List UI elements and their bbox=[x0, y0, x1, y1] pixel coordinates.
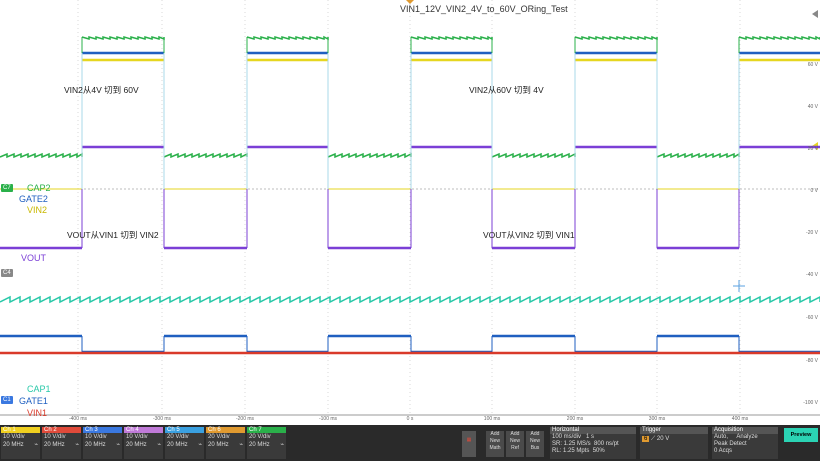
add-ref-button[interactable]: Add New Ref bbox=[506, 431, 524, 457]
cap2-trace bbox=[327, 152, 412, 159]
ref-icon[interactable]: ▦ bbox=[462, 431, 476, 457]
bandwidth-icon: ⌁ bbox=[157, 442, 161, 448]
time-axis-tick: 100 ms bbox=[483, 416, 501, 422]
annotation-vin2-up: VIN2从4V 切到 60V bbox=[64, 85, 139, 95]
channel-badge-2[interactable]: Ch 2 10 V/div 20 MHz ⌁ bbox=[42, 427, 81, 459]
channel-badge-7[interactable]: Ch 7 20 V/div 20 MHz ⌁ bbox=[247, 427, 286, 459]
channel-marker-c1[interactable]: C1 bbox=[1, 396, 13, 404]
annotation-vout-to-vin2: VOUT从VIN1 切到 VIN2 bbox=[67, 230, 159, 240]
channel-marker-c4[interactable]: C4 bbox=[1, 269, 13, 277]
horizontal-panel[interactable]: Horizontal 100 ms/div 1 s SR: 1.25 MS/s … bbox=[550, 427, 636, 459]
bandwidth-icon: ⌁ bbox=[280, 442, 284, 448]
cap2-trace bbox=[81, 35, 165, 41]
right-axis-tick: -20 V bbox=[806, 230, 818, 236]
right-axis-tick: 40 V bbox=[807, 104, 818, 110]
right-axis-tick: -60 V bbox=[806, 315, 818, 321]
bandwidth-icon: ⌁ bbox=[239, 442, 243, 448]
right-axis-tick: -40 V bbox=[806, 272, 818, 278]
label-cap2: CAP2 bbox=[27, 183, 51, 193]
time-axis-tick: 300 ms bbox=[648, 416, 666, 422]
channel-badge-1[interactable]: Ch 1 10 V/div 20 MHz ⌁ bbox=[1, 427, 40, 459]
cap2-trace bbox=[656, 152, 740, 159]
rising-edge-icon: ⟋ bbox=[651, 436, 656, 442]
annotation-vout-to-vin1: VOUT从VIN2 切到 VIN1 bbox=[483, 230, 575, 240]
right-axis-tick: -80 V bbox=[806, 358, 818, 364]
cap2-trace bbox=[574, 35, 658, 41]
add-bus-button[interactable]: Add New Bus bbox=[526, 431, 544, 457]
annotation-vin2-down: VIN2从60V 切到 4V bbox=[469, 85, 544, 95]
cursor-crosshair-icon bbox=[733, 280, 745, 292]
channel-badge-6[interactable]: Ch 6 20 V/div 20 MHz ⌁ bbox=[206, 427, 245, 459]
waveform-canvas bbox=[0, 0, 820, 416]
cap2-trace bbox=[246, 35, 329, 41]
time-axis-tick: -400 ms bbox=[68, 416, 88, 422]
cap2-trace bbox=[491, 152, 576, 159]
channel-badge-4[interactable]: Ch 4 10 V/div 20 MHz ⌁ bbox=[124, 427, 163, 459]
right-axis-tick: 60 V bbox=[807, 62, 818, 68]
label-vout: VOUT bbox=[21, 253, 47, 263]
cap2-trace bbox=[163, 152, 248, 159]
label-vin1: VIN1 bbox=[27, 408, 48, 418]
preview-button[interactable]: Preview bbox=[784, 428, 818, 442]
label-vin2: VIN2 bbox=[27, 205, 48, 215]
cap2-trace bbox=[738, 35, 820, 40]
cap1-trace bbox=[0, 295, 820, 304]
label-cap1: CAP1 bbox=[27, 384, 51, 394]
right-axis-tick: 0 V bbox=[810, 188, 818, 194]
acquisition-panel[interactable]: Acquisition Auto, Analyze Peak Detect 0 … bbox=[712, 427, 778, 459]
channel-badge-5[interactable]: Ch 5 20 V/div 20 MHz ⌁ bbox=[165, 427, 204, 459]
bandwidth-icon: ⌁ bbox=[34, 442, 38, 448]
channel-badge-3[interactable]: Ch 3 10 V/div 20 MHz ⌁ bbox=[83, 427, 122, 459]
right-axis-tick: 20 V bbox=[807, 146, 818, 152]
ref-level-icon bbox=[812, 10, 818, 18]
cap2-trace bbox=[410, 35, 493, 41]
time-axis-tick: 200 ms bbox=[566, 416, 584, 422]
bandwidth-icon: ⌁ bbox=[116, 442, 120, 448]
time-axis-tick: 400 ms bbox=[731, 416, 749, 422]
bandwidth-icon: ⌁ bbox=[198, 442, 202, 448]
channel-marker-c7[interactable]: C7 bbox=[1, 184, 13, 192]
time-axis-tick: -200 ms bbox=[235, 416, 255, 422]
trigger-source-badge: 6 bbox=[642, 436, 650, 442]
time-axis-tick: -100 ms bbox=[318, 416, 338, 422]
time-axis-tick: -300 ms bbox=[152, 416, 172, 422]
right-axis-tick: -100 V bbox=[803, 400, 818, 406]
label-gate2: GATE2 bbox=[19, 194, 48, 204]
plot-title: VIN1_12V_VIN2_4V_to_60V_ORing_Test bbox=[400, 4, 568, 14]
bandwidth-icon: ⌁ bbox=[75, 442, 79, 448]
cap2-trace bbox=[0, 152, 83, 159]
waveform-display[interactable]: VIN1_12V_VIN2_4V_to_60V_ORing_Test VIN2从… bbox=[0, 0, 820, 425]
trigger-panel[interactable]: Trigger 6 ⟋ 20 V bbox=[640, 427, 708, 459]
settings-bar: Ch 1 10 V/div 20 MHz ⌁ Ch 2 10 V/div 20 MHz ⌁… bbox=[0, 425, 820, 461]
add-math-button[interactable]: Add New Math bbox=[486, 431, 504, 457]
time-axis-tick: 0 s bbox=[406, 416, 414, 422]
label-gate1: GATE1 bbox=[19, 396, 48, 406]
